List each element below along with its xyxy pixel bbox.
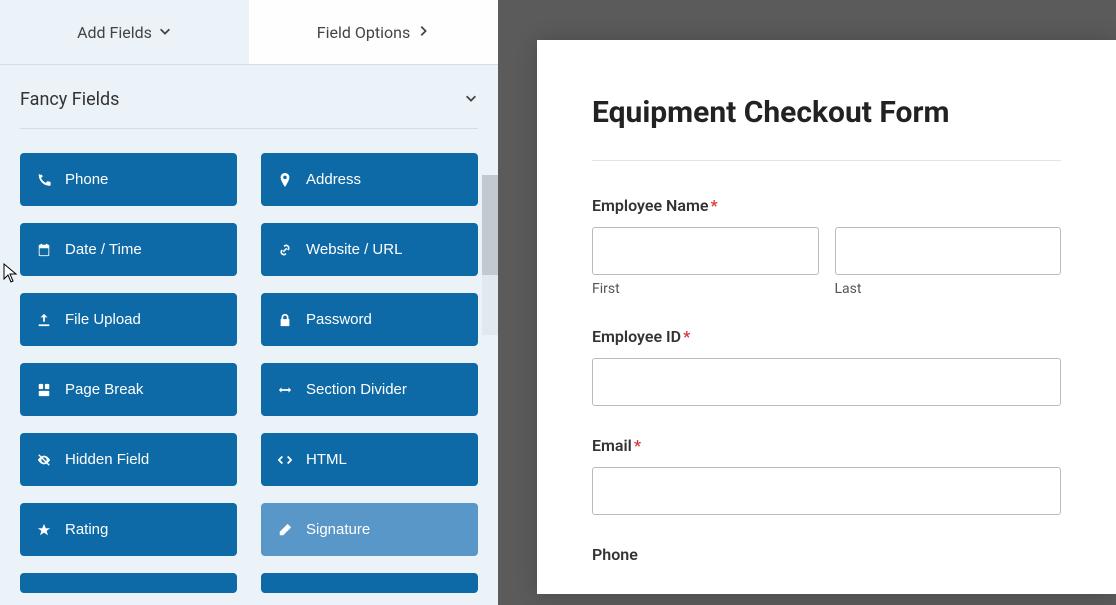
chevron-down-icon (464, 90, 478, 109)
calendar-icon (35, 243, 53, 257)
arrows-h-icon (276, 383, 294, 397)
field-label: Address (306, 171, 361, 188)
field-address[interactable]: Address (261, 153, 478, 206)
field-date-time[interactable]: Date / Time (20, 223, 237, 276)
form-canvas[interactable]: Equipment Checkout Form Employee Name* F… (537, 40, 1116, 594)
chevron-down-icon (158, 23, 172, 42)
field-html[interactable]: HTML (261, 433, 478, 486)
page-break-icon (35, 383, 53, 397)
code-icon (276, 453, 294, 467)
tab-label: Field Options (317, 23, 410, 42)
field-more-b[interactable] (261, 573, 478, 593)
tab-field-options[interactable]: Field Options (249, 0, 498, 64)
tab-label: Add Fields (77, 23, 152, 42)
label-text: Phone (592, 545, 638, 564)
label-text: Employee Name (592, 196, 708, 215)
field-website-url[interactable]: Website / URL (261, 223, 478, 276)
scrollbar[interactable] (482, 175, 498, 335)
sublabel-last: Last (835, 281, 1062, 297)
field-signature[interactable]: Signature (261, 503, 478, 556)
star-icon (35, 523, 53, 537)
field-employee-name: Employee Name* First Last (592, 196, 1061, 297)
employee-id-input[interactable] (592, 358, 1061, 406)
pencil-icon (276, 523, 294, 537)
form-title: Equipment Checkout Form (592, 95, 1061, 130)
chevron-right-icon (416, 23, 430, 42)
field-employee-id: Employee ID* (592, 327, 1061, 406)
section-header-fancy-fields[interactable]: Fancy Fields (20, 65, 478, 129)
sidebar-body: Fancy Fields Phone Address Date / Time W… (0, 65, 498, 605)
field-label: File Upload (65, 311, 141, 328)
field-label: Phone (65, 171, 108, 188)
field-label: Signature (306, 521, 370, 538)
required-asterisk: * (710, 196, 717, 215)
field-file-upload[interactable]: File Upload (20, 293, 237, 346)
last-name-input[interactable] (835, 227, 1062, 275)
field-section-divider[interactable]: Section Divider (261, 363, 478, 416)
field-label: Date / Time (65, 241, 142, 258)
required-asterisk: * (634, 436, 641, 455)
field-label: Email* (592, 436, 1061, 455)
field-label: Rating (65, 521, 108, 538)
field-label: Page Break (65, 381, 143, 398)
tab-add-fields[interactable]: Add Fields (0, 0, 249, 64)
phone-icon (35, 173, 53, 187)
field-label: Employee Name* (592, 196, 1061, 215)
map-marker-icon (276, 173, 294, 187)
field-password[interactable]: Password (261, 293, 478, 346)
divider (592, 160, 1061, 161)
label-text: Email (592, 436, 632, 455)
sidebar-tabs: Add Fields Field Options (0, 0, 498, 65)
eye-slash-icon (35, 453, 53, 467)
field-email: Email* (592, 436, 1061, 515)
first-name-input[interactable] (592, 227, 819, 275)
label-text: Employee ID (592, 327, 681, 346)
field-more-a[interactable] (20, 573, 237, 593)
scrollbar-thumb[interactable] (482, 175, 498, 275)
upload-icon (35, 313, 53, 327)
email-input[interactable] (592, 467, 1061, 515)
section-title: Fancy Fields (20, 89, 119, 110)
lock-icon (276, 313, 294, 327)
field-label: Password (306, 311, 372, 328)
name-row: First Last (592, 227, 1061, 297)
field-label: Section Divider (306, 381, 407, 398)
field-phone: Phone (592, 545, 1061, 564)
field-page-break[interactable]: Page Break (20, 363, 237, 416)
field-label: Phone (592, 545, 1061, 564)
field-phone[interactable]: Phone (20, 153, 237, 206)
field-label: Employee ID* (592, 327, 1061, 346)
fields-sidebar: Add Fields Field Options Fancy Fields Ph… (0, 0, 498, 605)
link-icon (276, 243, 294, 257)
field-label: Website / URL (306, 241, 402, 258)
field-rating[interactable]: Rating (20, 503, 237, 556)
sublabel-first: First (592, 281, 819, 297)
field-label: Hidden Field (65, 451, 149, 468)
field-label: HTML (306, 451, 347, 468)
required-asterisk: * (683, 327, 690, 346)
field-hidden-field[interactable]: Hidden Field (20, 433, 237, 486)
preview-panel: Equipment Checkout Form Employee Name* F… (498, 0, 1116, 605)
fields-grid: Phone Address Date / Time Website / URL … (20, 153, 478, 593)
